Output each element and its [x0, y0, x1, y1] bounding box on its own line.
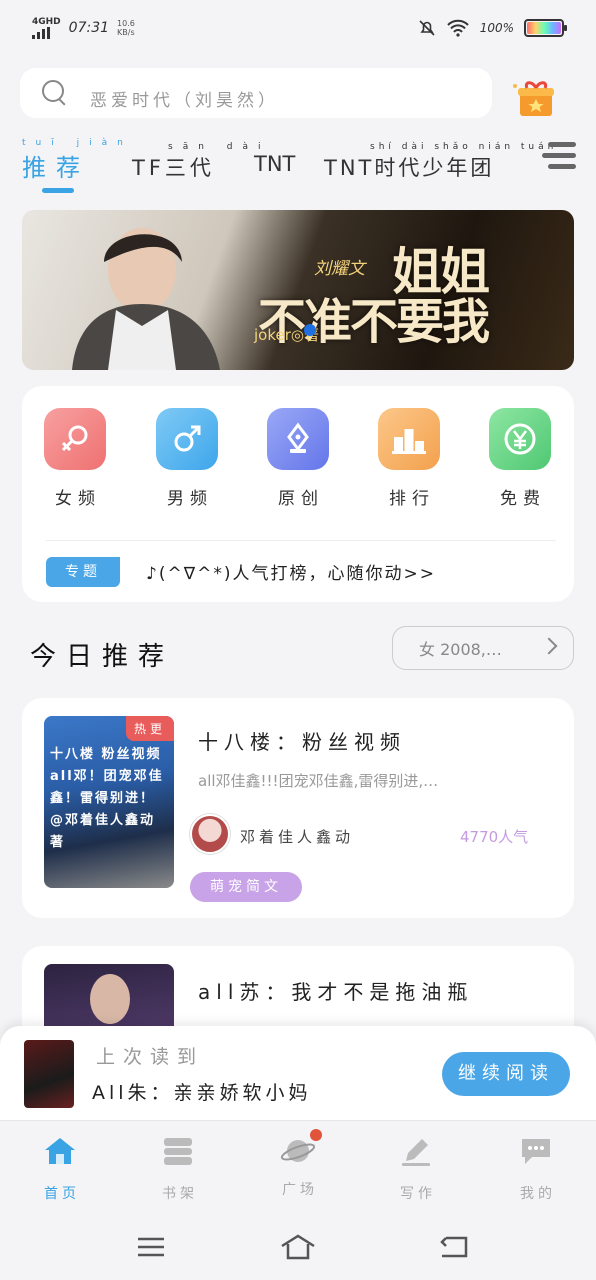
- category-label: 女频: [55, 489, 101, 509]
- yuan-icon: [489, 408, 551, 470]
- menu-icon[interactable]: [542, 142, 576, 172]
- topic-row[interactable]: 专题 ♪(^∇^*)人气打榜，心随你动>>: [46, 540, 556, 587]
- book-description: all邓佳鑫!!!团宠邓佳鑫,雷得别进,…: [198, 772, 439, 790]
- category-tabs: tuī jiàn 推荐 sān dài TF三代 TNT shí dài shǎ…: [22, 132, 582, 196]
- nav-label: 广场: [282, 1182, 318, 1198]
- status-bar: 4GHD 07:31 10.6 KB/s 100%: [0, 0, 596, 44]
- clock: 07:31: [68, 20, 110, 36]
- cover-text: 十八楼 粉丝视频 all邓！团宠邓佳鑫！雷得别进！@邓着佳人鑫动 著: [50, 747, 164, 850]
- nav-bookshelf[interactable]: 书架: [148, 1135, 208, 1203]
- battery-percent: 100%: [479, 21, 514, 35]
- home-button-icon[interactable]: [278, 1232, 318, 1262]
- nav-square[interactable]: 广场: [268, 1129, 328, 1199]
- topic-text[interactable]: ♪(^∇^*)人气打榜，心随你动>>: [146, 559, 436, 584]
- book-title[interactable]: all苏：我才不是拖油瓶: [198, 976, 473, 1005]
- bottom-nav: 首页 书架 广场 写作 我的: [0, 1120, 596, 1212]
- search-bar[interactable]: 恶爱时代（刘昊然）: [20, 68, 492, 118]
- planet-icon: [280, 1129, 322, 1167]
- active-tab-indicator: [42, 188, 74, 193]
- banner-author: 刘耀文: [314, 259, 365, 279]
- topic-badge: 专题: [46, 557, 120, 587]
- battery-icon: [524, 19, 567, 37]
- ranking-icon: [378, 408, 440, 470]
- category-card: 女频 男频 原创 排行 免费 专题 ♪(^∇^*)人气打榜，心随你动>>: [22, 386, 574, 602]
- category-female[interactable]: 女频: [44, 408, 106, 509]
- home-icon: [45, 1138, 75, 1164]
- book-cover[interactable]: 十八楼 粉丝视频 all邓！团宠邓佳鑫！雷得别进！@邓着佳人鑫动 著 热更: [44, 716, 174, 888]
- notification-dot: [310, 1129, 322, 1141]
- last-read-cover[interactable]: [24, 1040, 74, 1108]
- net-speed: 10.6 KB/s: [117, 19, 135, 37]
- book-title[interactable]: 十八楼：粉丝视频: [198, 726, 406, 755]
- tab-tf3[interactable]: sān dài TF三代: [132, 142, 271, 182]
- nav-write[interactable]: 写作: [386, 1135, 446, 1203]
- filter-dropdown[interactable]: 女 2008,…: [392, 626, 574, 670]
- last-read-bar[interactable]: 上次读到 All朱：亲亲娇软小妈 继续阅读: [0, 1026, 596, 1120]
- continue-reading-button[interactable]: 继续阅读: [442, 1052, 570, 1096]
- chat-bubble-icon: [522, 1139, 550, 1164]
- hot-tag: 热更: [125, 716, 174, 741]
- category-label: 原创: [278, 489, 324, 509]
- tab-recommend[interactable]: tuī jiàn 推荐: [22, 138, 133, 183]
- nav-label: 首页: [44, 1186, 80, 1202]
- pencil-icon: [402, 1139, 430, 1166]
- nav-label: 我的: [520, 1186, 556, 1202]
- tab-tnt[interactable]: TNT: [254, 152, 295, 176]
- category-ranking[interactable]: 排行: [378, 408, 440, 509]
- banner-portrait: [72, 228, 220, 370]
- featured-banner[interactable]: 刘耀文 姐姐 不准不要我 joker◎著: [22, 210, 574, 370]
- system-nav-bar: [0, 1212, 596, 1280]
- filter-value: 女 2008,…: [419, 640, 502, 659]
- category-label: 男频: [167, 489, 213, 509]
- gift-icon[interactable]: [512, 78, 560, 118]
- category-original[interactable]: 原创: [267, 408, 329, 509]
- recent-apps-icon[interactable]: [132, 1232, 172, 1262]
- category-free[interactable]: 免费: [489, 408, 551, 509]
- book-card[interactable]: 十八楼 粉丝视频 all邓！团宠邓佳鑫！雷得别进！@邓着佳人鑫动 著 热更 十八…: [22, 698, 574, 918]
- popularity-count: 4770人气: [460, 828, 529, 846]
- search-icon: [42, 80, 68, 106]
- avatar[interactable]: [190, 814, 230, 854]
- category-label: 免费: [500, 489, 546, 509]
- male-icon: [156, 408, 218, 470]
- section-title: 今日推荐: [30, 642, 175, 672]
- author-name[interactable]: 邓着佳人鑫动: [240, 826, 354, 847]
- last-read-title[interactable]: All朱：亲亲娇软小妈: [92, 1078, 312, 1105]
- category-male[interactable]: 男频: [156, 408, 218, 509]
- search-placeholder: 恶爱时代（刘昊然）: [90, 90, 279, 111]
- bookshelf-icon: [164, 1138, 192, 1165]
- category-label: 排行: [389, 489, 435, 509]
- mute-bell-icon: [419, 20, 435, 36]
- back-icon[interactable]: [434, 1232, 474, 1262]
- banner-page-indicator[interactable]: [304, 324, 316, 336]
- nav-label: 书架: [162, 1186, 198, 1202]
- tab-tnt-era[interactable]: shí dài shǎo nián tuán TNT时代少年团: [324, 142, 557, 182]
- wifi-icon: [446, 19, 469, 37]
- book-tag-pill[interactable]: 萌宠简文: [190, 872, 302, 902]
- chevron-right-icon: [540, 637, 558, 655]
- signal-icon: [32, 26, 61, 39]
- network-type: 4GHD: [32, 16, 61, 27]
- nav-home[interactable]: 首页: [30, 1135, 90, 1203]
- pen-nib-icon: [267, 408, 329, 470]
- last-read-label: 上次读到: [96, 1046, 205, 1068]
- nav-label: 写作: [400, 1186, 436, 1202]
- female-icon: [44, 408, 106, 470]
- nav-mine[interactable]: 我的: [506, 1135, 566, 1203]
